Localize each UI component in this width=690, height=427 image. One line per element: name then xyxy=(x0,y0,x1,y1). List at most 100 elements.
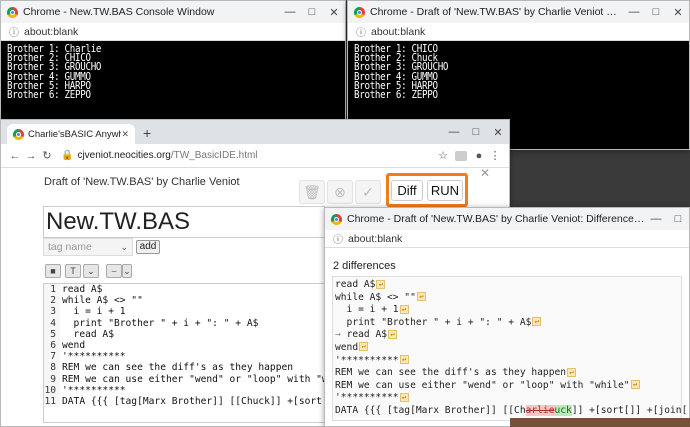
url-host: cjveniot.neocities.org xyxy=(77,150,171,161)
new-tab-icon[interactable]: + xyxy=(143,125,151,141)
minimize-icon[interactable]: — xyxy=(443,126,465,139)
format-smile-icon[interactable]: ⌣ xyxy=(106,264,122,278)
code-text: REM we can see the diff's as they happen xyxy=(62,362,294,374)
code-editor[interactable]: 1 read A$ 2 while A$ <> "" 3 i = i + 14 prin… xyxy=(43,283,325,423)
diff-line: '********** ↵ xyxy=(335,392,679,405)
url-path: /TW_BasicIDE.html xyxy=(170,150,258,161)
line-number: 8 xyxy=(44,362,60,374)
code-text: '********** xyxy=(62,351,126,363)
code-line[interactable]: 11 DATA {{{ [tag[Marx Brother]] [[Chuck]]… xyxy=(44,395,324,408)
address-bar[interactable]: ⓘ about:blank xyxy=(348,23,689,41)
code-line[interactable]: 3 i = i + 1 xyxy=(44,306,324,318)
code-line[interactable]: 10 '********** xyxy=(44,384,324,396)
line-number: 6 xyxy=(44,339,60,352)
title-bar[interactable]: Chrome - New.TW.BAS Console Window — □ ✕ xyxy=(1,1,345,23)
format-stamp-icon[interactable]: ■ xyxy=(45,264,61,278)
delete-icon[interactable]: 🗑 xyxy=(299,180,325,204)
maximize-icon[interactable]: □ xyxy=(645,6,667,19)
diff-deleted-text: arlie xyxy=(525,404,555,416)
newline-icon: ↵ xyxy=(388,329,397,339)
info-icon: ⓘ xyxy=(9,28,19,39)
reload-icon[interactable]: ↻ xyxy=(39,149,55,162)
diff-line-text: read A$ xyxy=(335,279,376,290)
diff-line: print "Brother " + i + ": " + A$ ↵ xyxy=(335,317,679,330)
address-bar[interactable]: ⓘ about:blank xyxy=(325,230,689,248)
code-line[interactable]: 5 read A$ xyxy=(44,328,324,340)
format-dropdown-icon[interactable]: ⌄ xyxy=(122,264,132,278)
back-icon[interactable]: ← xyxy=(7,150,23,162)
code-text: wend xyxy=(62,339,86,351)
maximize-icon[interactable]: □ xyxy=(667,213,689,225)
line-number: 3 xyxy=(44,306,60,318)
diff-line: '********** ↵ xyxy=(335,355,679,368)
diff-line: while A$ <> "" ↵ xyxy=(335,292,679,305)
tab-title: Charlie'sBASIC Anywhere Machi xyxy=(28,128,121,140)
highlight-outline xyxy=(386,173,468,207)
console-line: Brother 6: ZEPPO xyxy=(354,88,438,102)
nav-bar: ← → ↻ 🔒 cjveniot.neocities.org/TW_BasicID… xyxy=(1,144,509,168)
line-number: 4 xyxy=(44,317,60,329)
profile-icon[interactable]: ● xyxy=(471,150,487,162)
close-draft-icon[interactable]: ✕ xyxy=(480,166,490,180)
diff-line: read A$ ↵ xyxy=(335,279,679,292)
title-bar[interactable]: Chrome - Draft of 'New.TW.BAS' by Charli… xyxy=(325,208,689,230)
minimize-icon[interactable]: — xyxy=(623,6,645,19)
diff-line: REM we can use either "wend" or "loop" w… xyxy=(335,380,679,393)
code-text: REM we can use either "wend" or "loop" w… xyxy=(62,373,324,385)
confirm-icon[interactable]: ✓ xyxy=(355,180,381,204)
code-line[interactable]: 4 print "Brother " + i + ": " + A$ xyxy=(44,317,324,329)
code-text: while A$ <> "" xyxy=(62,295,143,307)
newline-icon: ↵ xyxy=(399,355,409,365)
newline-icon: ↵ xyxy=(416,292,426,302)
diff-line-text: wend xyxy=(335,341,359,353)
chrome-icon xyxy=(7,6,18,18)
browser-tab[interactable]: Charlie'sBASIC Anywhere Machi ✕ xyxy=(7,124,135,144)
menu-icon[interactable]: ⋮ xyxy=(487,149,503,162)
diff-window: Chrome - Draft of 'New.TW.BAS' by Charli… xyxy=(324,207,690,427)
forward-icon[interactable]: → xyxy=(23,150,39,162)
info-icon: ⓘ xyxy=(333,235,343,246)
diff-unchanged-text: ]] +[sort[]] +[join[,]] }}} xyxy=(571,404,689,416)
close-icon[interactable]: ✕ xyxy=(667,6,689,19)
tag-name-input[interactable]: tag name ⌄ xyxy=(43,238,133,256)
bookmark-star-icon[interactable]: ☆ xyxy=(435,149,451,162)
code-line[interactable]: 1 read A$ xyxy=(44,284,324,296)
tab-close-icon[interactable]: ✕ xyxy=(121,129,129,140)
background-photo xyxy=(510,418,690,427)
minimize-icon[interactable]: — xyxy=(279,6,301,19)
close-icon[interactable]: ✕ xyxy=(323,6,345,19)
tag-name-placeholder: tag name xyxy=(48,241,92,253)
diff-line-text: i = i + 1 xyxy=(335,304,399,316)
address-text: about:blank xyxy=(348,232,403,245)
close-icon[interactable]: ✕ xyxy=(487,126,509,139)
format-text-icon[interactable]: T xyxy=(65,264,81,278)
code-text: DATA {{{ [tag[Marx Brother]] [[Chuck]] +… xyxy=(62,395,324,407)
line-number: 1 xyxy=(44,284,60,296)
diff-line: → read A$ ↵ xyxy=(335,329,679,342)
draft-title: Draft of 'New.TW.BAS' by Charlie Veniot xyxy=(44,176,240,188)
code-line[interactable]: 2 while A$ <> "" xyxy=(44,295,324,307)
maximize-icon[interactable]: □ xyxy=(465,126,487,139)
program-title-input[interactable]: New.TW.BAS xyxy=(43,206,325,238)
format-more-icon[interactable]: ⌄ xyxy=(83,264,99,278)
code-text: '********** xyxy=(62,384,126,396)
window-title: Chrome - Draft of 'New.TW.BAS' by Charli… xyxy=(370,6,623,18)
add-tag-button[interactable]: add xyxy=(136,240,160,254)
diff-line-text: '********** xyxy=(335,354,399,366)
address-bar[interactable]: ⓘ about:blank xyxy=(1,23,345,41)
title-bar[interactable]: Chrome - Draft of 'New.TW.BAS' by Charli… xyxy=(348,1,689,23)
diff-line-text: print "Brother " + i + ": " + A$ xyxy=(335,316,532,328)
console-line: Brother 6: ZEPPO xyxy=(7,88,91,102)
url-field[interactable]: 🔒 cjveniot.neocities.org/TW_BasicIDE.html xyxy=(61,150,435,161)
code-line[interactable]: 9 REM we can use either "wend" or "loop" … xyxy=(44,373,324,385)
chevron-down-icon: ⌄ xyxy=(120,242,128,252)
code-line[interactable]: 7 '********** xyxy=(44,351,324,363)
code-line[interactable]: 8 REM we can see the diff's as they happe… xyxy=(44,362,324,374)
code-line[interactable]: 6 wend xyxy=(44,339,324,352)
cancel-icon[interactable]: ⊗ xyxy=(327,180,353,204)
minimize-icon[interactable]: — xyxy=(645,213,667,225)
extension-icon[interactable] xyxy=(455,150,467,161)
maximize-icon[interactable]: □ xyxy=(301,6,323,19)
line-number: 2 xyxy=(44,295,60,307)
info-icon: ⓘ xyxy=(356,28,366,39)
